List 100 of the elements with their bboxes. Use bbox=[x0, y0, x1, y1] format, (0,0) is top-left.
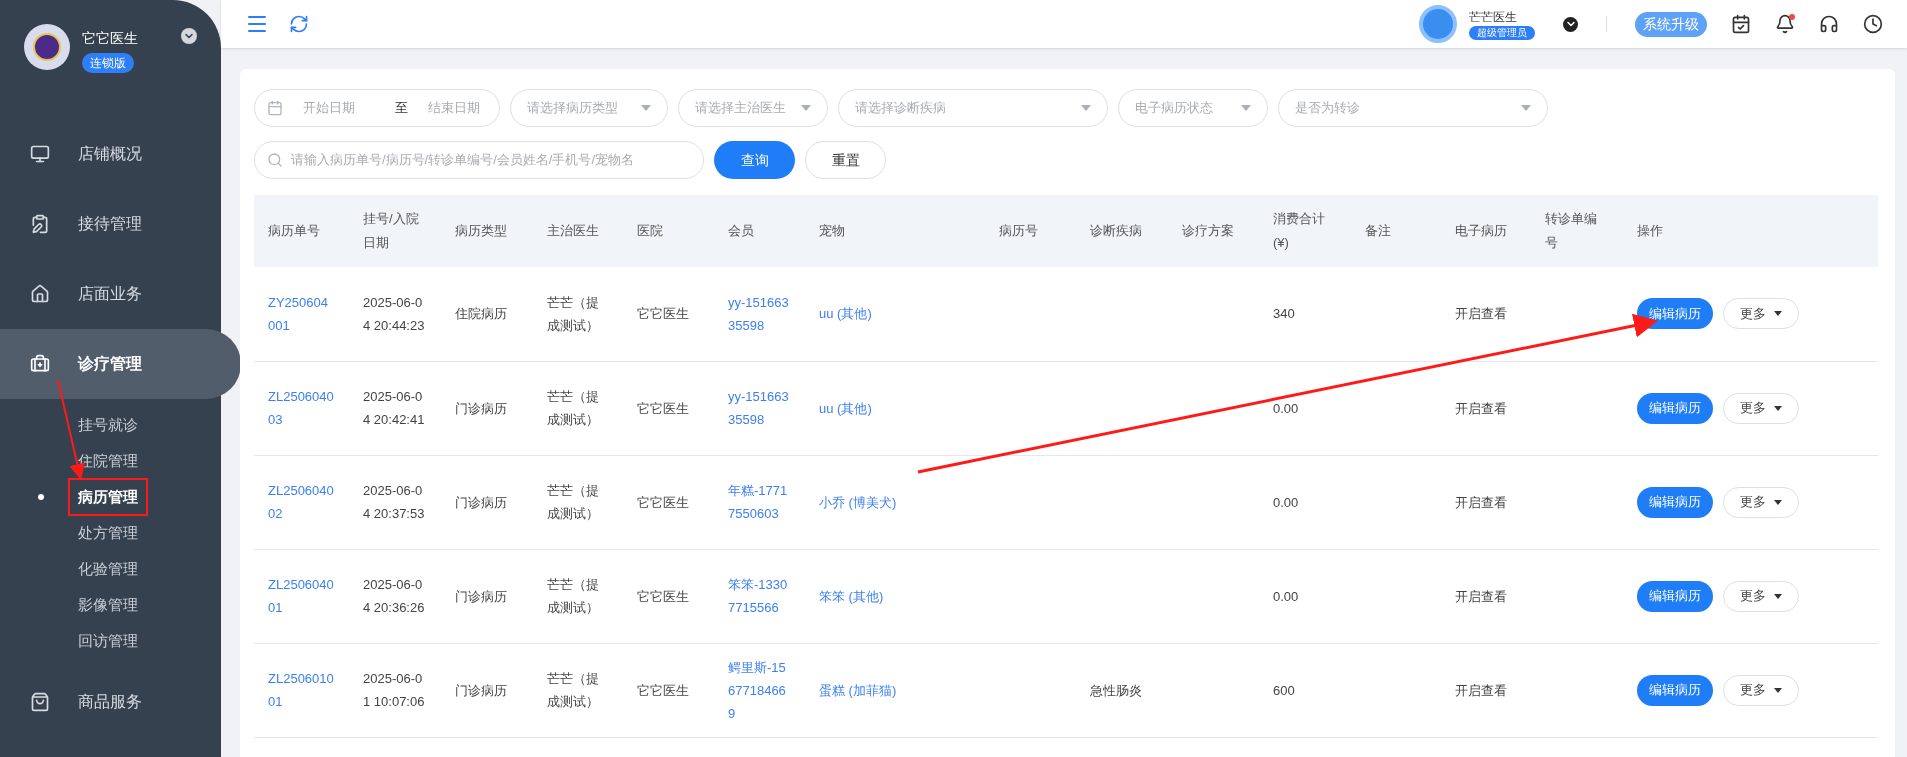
table-link[interactable]: ZL250601001 bbox=[268, 667, 335, 713]
submenu-item[interactable]: 挂号就诊 bbox=[68, 405, 148, 445]
table-cell-text: 芒芒（提成测试） bbox=[547, 670, 600, 711]
table-cell-text: 门诊病历 bbox=[455, 587, 508, 606]
select-input[interactable]: 电子病历状态 bbox=[1135, 98, 1233, 118]
dropdown-icon[interactable] bbox=[181, 28, 197, 44]
table-cell-text: 它它医生 bbox=[637, 305, 690, 324]
table-cell-text: 340 bbox=[1273, 305, 1296, 324]
sidebar-item[interactable]: 商品服务 bbox=[0, 667, 221, 737]
caret-icon bbox=[1774, 499, 1782, 505]
search-icon bbox=[267, 152, 283, 168]
table-cell-text: 住院病历 bbox=[455, 305, 508, 324]
table-cell-text: 门诊病历 bbox=[455, 399, 508, 418]
bag-icon bbox=[30, 692, 50, 712]
column-header: 病历单号 bbox=[268, 223, 320, 238]
caret-icon bbox=[1774, 405, 1782, 411]
caret-icon bbox=[1241, 105, 1251, 111]
clinic-name: 它它医生 bbox=[82, 29, 138, 48]
sidebar-item[interactable]: 接待管理 bbox=[0, 189, 221, 259]
calendar-icon[interactable] bbox=[1731, 14, 1751, 34]
table-link[interactable]: yy-15166335598 bbox=[728, 290, 791, 337]
sidebar-item[interactable]: 店铺概况 bbox=[0, 119, 221, 189]
role-badge: 超级管理员 bbox=[1469, 26, 1535, 40]
select-input[interactable]: 请选择主治医生 bbox=[695, 98, 793, 118]
select-input[interactable]: 是否为转诊 bbox=[1295, 98, 1513, 118]
table-cell-text: 开启查看 bbox=[1455, 587, 1508, 606]
sidebar-item[interactable]: 诊疗管理 bbox=[0, 329, 241, 399]
caret-icon bbox=[1081, 105, 1091, 111]
refresh-icon[interactable] bbox=[289, 14, 309, 34]
table-cell-text: 2025-06-04 20:44:23 bbox=[363, 293, 426, 335]
table-cell-text: 0.00 bbox=[1273, 587, 1300, 606]
table-cell-text: 2025-06-04 20:42:41 bbox=[363, 388, 426, 429]
table-link[interactable]: 笨笨 (其他) bbox=[819, 584, 971, 608]
query-button[interactable]: 查询 bbox=[714, 141, 795, 179]
table-cell-text: 芒芒（提成测试） bbox=[547, 482, 600, 523]
table-link[interactable]: 年糕-17717550603 bbox=[728, 479, 791, 525]
bell-icon[interactable] bbox=[1775, 14, 1795, 34]
user-name: 芒芒医生 bbox=[1469, 9, 1517, 26]
table-cell-text: 门诊病历 bbox=[455, 681, 508, 700]
table-cell-text: 它它医生 bbox=[637, 681, 690, 700]
edit-record-button[interactable]: 编辑病历 bbox=[1637, 580, 1713, 612]
table-link[interactable]: ZL250604002 bbox=[268, 479, 335, 525]
clipboard-icon bbox=[30, 214, 50, 234]
sidebar-item[interactable]: 店面业务 bbox=[0, 259, 221, 329]
table-cell-text: 它它医生 bbox=[637, 587, 690, 606]
select-input[interactable]: 请选择病历类型 bbox=[527, 98, 633, 118]
column-header: 宠物 bbox=[819, 223, 845, 238]
caret-icon bbox=[641, 105, 651, 111]
table-link[interactable]: yy-15166335598 bbox=[728, 385, 791, 431]
table-link[interactable]: ZL250604003 bbox=[268, 385, 335, 431]
column-header: 诊疗方案 bbox=[1182, 223, 1234, 238]
edit-record-button[interactable]: 编辑病历 bbox=[1637, 298, 1713, 330]
table-link[interactable]: uu (其他) bbox=[819, 302, 971, 326]
table-link[interactable]: ZL250604001 bbox=[268, 573, 335, 619]
column-header: 消费合计(¥) bbox=[1273, 211, 1325, 250]
headset-icon[interactable] bbox=[1819, 14, 1839, 34]
clock-icon[interactable] bbox=[1863, 14, 1883, 34]
caret-icon bbox=[1774, 311, 1782, 317]
house-icon bbox=[30, 284, 50, 304]
date-separator: 至 bbox=[395, 99, 408, 118]
table-link[interactable]: 蛋糕 (加菲猫) bbox=[819, 678, 971, 702]
clinic-logo bbox=[24, 24, 70, 70]
table-cell-text: 开启查看 bbox=[1455, 681, 1508, 700]
table-cell-text: 0.00 bbox=[1273, 493, 1300, 512]
table-link[interactable]: ZY250604001 bbox=[268, 290, 335, 337]
column-header: 挂号/入院日期 bbox=[363, 211, 419, 250]
submenu-item[interactable]: 病历管理 bbox=[68, 477, 148, 517]
edit-record-button[interactable]: 编辑病历 bbox=[1637, 674, 1713, 706]
edit-record-button[interactable]: 编辑病历 bbox=[1637, 486, 1713, 518]
column-header: 备注 bbox=[1365, 223, 1391, 238]
table-link[interactable]: 鳄里斯-15677184669 bbox=[728, 655, 791, 725]
end-date-input[interactable]: 结束日期 bbox=[428, 98, 500, 118]
table-cell-text: 600 bbox=[1273, 681, 1296, 700]
edition-badge: 连锁版 bbox=[82, 53, 134, 73]
table-cell-text: 开启查看 bbox=[1455, 399, 1508, 418]
table-cell-text: 开启查看 bbox=[1455, 493, 1508, 512]
table-cell-text: 芒芒（提成测试） bbox=[547, 293, 600, 335]
caret-icon bbox=[1774, 593, 1782, 599]
table-cell-text: 它它医生 bbox=[637, 493, 690, 512]
dropdown-icon[interactable] bbox=[1563, 16, 1578, 32]
table-link[interactable]: 笨笨-13307715566 bbox=[728, 573, 791, 619]
caret-icon bbox=[1774, 687, 1782, 693]
table-link[interactable]: 小乔 (博美犬) bbox=[819, 490, 971, 514]
column-header: 转诊单编号 bbox=[1545, 211, 1597, 250]
table-link[interactable]: uu (其他) bbox=[819, 396, 971, 420]
edit-record-button[interactable]: 编辑病历 bbox=[1637, 392, 1713, 424]
table-cell-text: 门诊病历 bbox=[455, 493, 508, 512]
search-input[interactable]: 请输入病历单号/病历号/转诊单编号/会员姓名/手机号/宠物名 bbox=[291, 150, 691, 170]
table-cell-text: 开启查看 bbox=[1455, 305, 1508, 324]
select-input[interactable]: 请选择诊断疾病 bbox=[855, 98, 1073, 118]
upgrade-button[interactable]: 系统升级 bbox=[1635, 11, 1707, 37]
user-avatar bbox=[1419, 5, 1457, 43]
start-date-input[interactable]: 开始日期 bbox=[303, 98, 375, 118]
calendar-icon bbox=[267, 100, 283, 116]
table-cell-text: 0.00 bbox=[1273, 399, 1300, 418]
column-header: 会员 bbox=[728, 223, 754, 238]
table-cell-text: 2025-06-04 20:36:26 bbox=[363, 576, 426, 617]
column-header: 电子病历 bbox=[1455, 223, 1507, 238]
medical-kit-icon bbox=[30, 354, 50, 374]
caret-icon bbox=[801, 105, 811, 111]
